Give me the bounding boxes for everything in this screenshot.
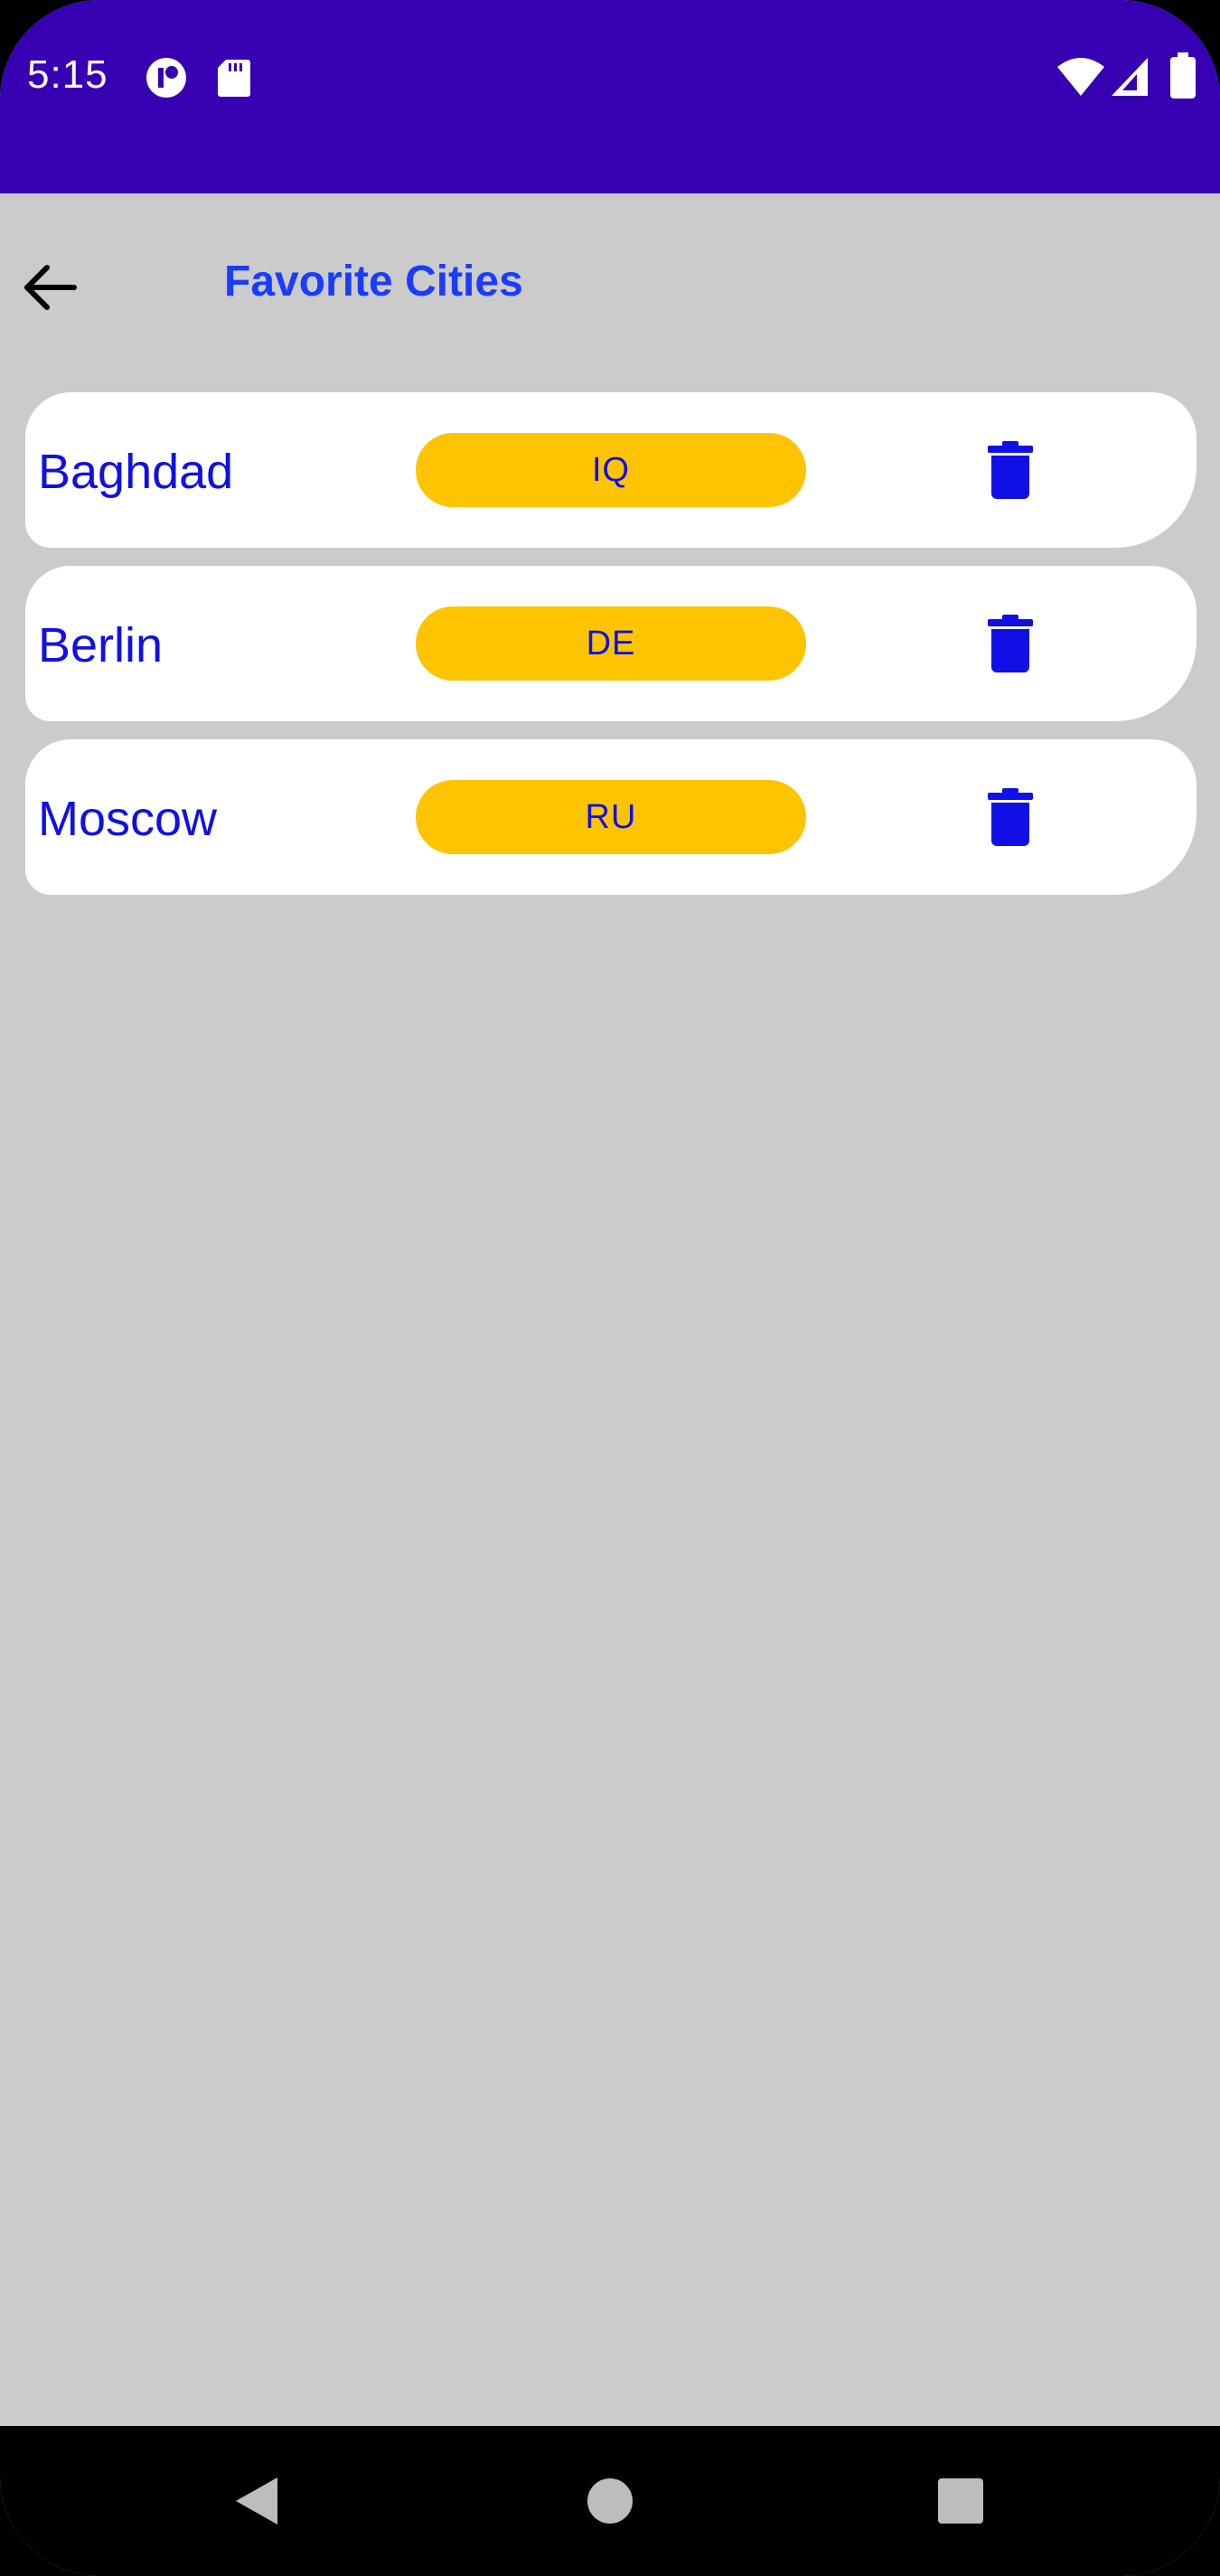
status-time: 5:15: [27, 52, 108, 97]
country-code-badge: IQ: [416, 433, 806, 507]
delete-city-button[interactable]: [976, 783, 1045, 851]
nav-home-button[interactable]: [560, 2451, 660, 2551]
city-card[interactable]: Berlin DE: [25, 566, 1197, 721]
trash-icon: [988, 615, 1033, 672]
back-button[interactable]: [13, 249, 89, 325]
status-bar: 5:15: [0, 0, 1220, 193]
delete-city-button[interactable]: [976, 609, 1045, 678]
city-card[interactable]: Baghdad IQ: [25, 392, 1197, 548]
nav-back-button[interactable]: [206, 2451, 305, 2551]
city-name: Berlin: [38, 618, 164, 672]
battery-icon: [1170, 52, 1196, 99]
city-card[interactable]: Moscow RU: [25, 739, 1197, 895]
recents-square-icon: [938, 2478, 983, 2524]
arrow-back-icon: [24, 265, 77, 310]
circle-status-icon: [146, 58, 186, 98]
city-list: Baghdad IQ Berlin DE Moscow RU: [25, 392, 1197, 913]
wifi-icon: [1057, 58, 1104, 96]
home-circle-icon: [587, 2478, 633, 2524]
city-name: Baghdad: [38, 445, 234, 499]
country-code-badge: RU: [416, 780, 806, 854]
sd-card-icon: [218, 60, 250, 97]
device-screen: 5:15 Favorite Cities Baghdad IQ Berlin D…: [0, 0, 1220, 2576]
page-title: Favorite Cities: [224, 258, 523, 306]
navigation-bar: [0, 2426, 1220, 2576]
trash-icon: [988, 441, 1033, 499]
nav-recents-button[interactable]: [911, 2451, 1010, 2551]
country-code-badge: DE: [416, 606, 806, 681]
trash-icon: [988, 788, 1033, 846]
signal-icon: [1112, 58, 1148, 96]
toolbar: Favorite Cities: [0, 193, 1220, 365]
back-triangle-icon: [236, 2477, 277, 2524]
city-name: Moscow: [38, 792, 218, 846]
delete-city-button[interactable]: [976, 436, 1045, 504]
